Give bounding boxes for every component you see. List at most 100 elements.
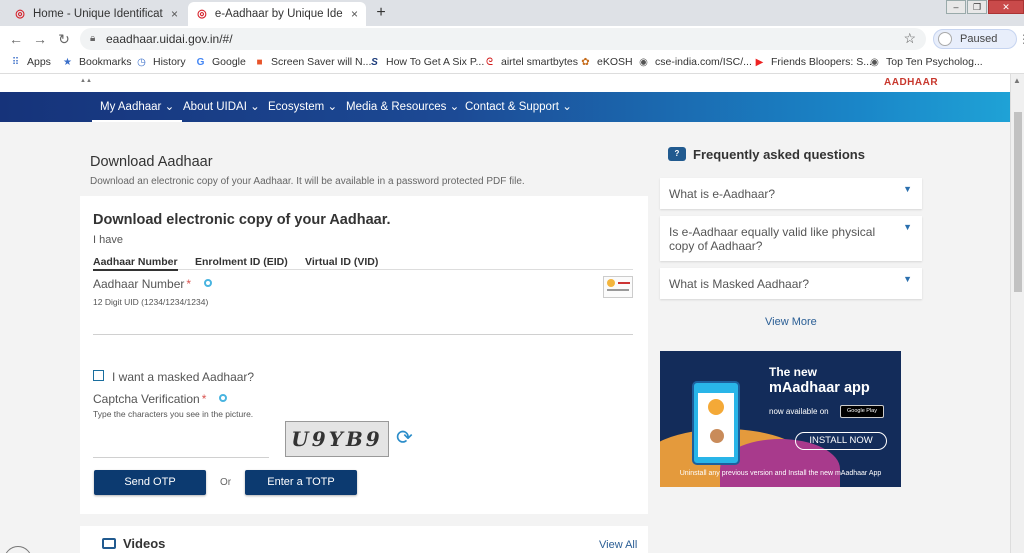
tab-title: e-Aadhaar by Unique Identificatio <box>214 8 343 20</box>
bookmark-airtel[interactable]: ᘓ airtel smartbytes <box>484 56 578 68</box>
youtube-icon: ▶ <box>755 56 764 68</box>
faq-chat-icon: ? <box>668 147 686 161</box>
nav-label: Contact & Support <box>465 101 559 113</box>
browser-tab-eaadhaar[interactable]: ◎ e-Aadhaar by Unique Identificatio × <box>188 2 366 26</box>
faq-item[interactable]: What is e-Aadhaar? ▼ <box>660 178 922 209</box>
promo-line2: mAadhaar app <box>769 380 870 396</box>
bookmark-history[interactable]: ◷ History <box>136 56 186 68</box>
bookmark-ekosh[interactable]: ✿ eKOSH <box>580 56 633 68</box>
accessibility-icon[interactable] <box>4 546 32 553</box>
profile-label: Paused <box>960 33 998 45</box>
nav-media-resources[interactable]: Media & Resources ⌄ <box>346 92 459 122</box>
chevron-down-icon: ⌄ <box>327 101 338 113</box>
form-heading: Download electronic copy of your Aadhaar… <box>93 212 391 228</box>
browser-toolbar: ← → ↻ 🔒︎ eaadhaar.uidai.gov.in/#/ ☆ Paus… <box>0 26 1024 52</box>
bookmark-label: Google <box>212 56 246 68</box>
aadhaar-number-hint: 12 Digit UID (1234/1234/1234) <box>93 297 209 307</box>
bookmark-friends[interactable]: ▶ Friends Bloopers: S... <box>754 56 872 68</box>
view-all-link[interactable]: View All <box>599 539 637 551</box>
bookmark-star-icon[interactable]: ☆ <box>903 30 916 47</box>
address-bar[interactable]: 🔒︎ eaadhaar.uidai.gov.in/#/ ☆ <box>80 28 926 50</box>
scroll-up-icon[interactable]: ▲ <box>1013 76 1021 85</box>
captcha-hint: Type the characters you see in the pictu… <box>93 409 254 419</box>
info-icon[interactable] <box>219 394 227 402</box>
close-window-button[interactable]: ✕ <box>988 0 1024 14</box>
nav-my-aadhaar[interactable]: My Aadhaar ⌄ <box>92 92 183 122</box>
tab-aadhaar-number[interactable]: Aadhaar Number <box>93 256 178 271</box>
required-marker: * <box>201 392 207 406</box>
bookmark-label: airtel smartbytes <box>501 56 579 68</box>
captcha-input[interactable] <box>93 457 269 458</box>
emblem-icon: ▲▲ <box>80 78 92 84</box>
field-label: Aadhaar Number <box>93 277 185 291</box>
nav-about-uidai[interactable]: About UIDAI ⌄ <box>183 92 260 122</box>
i-have-label: I have <box>93 234 123 246</box>
install-now-button[interactable]: INSTALL NOW <box>795 432 887 450</box>
forward-arrow-icon[interactable]: → <box>32 31 48 47</box>
bookmark-six-pack[interactable]: S How To Get A Six P... <box>369 56 484 68</box>
profile-button[interactable]: Paused <box>933 29 1017 49</box>
new-tab-button[interactable]: + <box>372 4 390 22</box>
bookmark-bookmarks[interactable]: ★ Bookmarks <box>62 56 132 68</box>
bookmark-label: Screen Saver will N... <box>271 56 372 68</box>
scrollbar-thumb[interactable] <box>1014 112 1022 292</box>
masked-aadhaar-checkbox[interactable] <box>93 370 104 381</box>
menu-kebab-icon[interactable]: ⋮ <box>1018 32 1024 46</box>
id-type-tabs: Aadhaar Number Enrolment ID (EID) Virtua… <box>93 256 633 271</box>
field-label: Captcha Verification <box>93 392 200 406</box>
tab-close-icon[interactable]: × <box>171 7 178 21</box>
reload-icon[interactable]: ↻ <box>56 31 72 48</box>
bookmark-label: cse-india.com/ISC/... <box>655 56 752 68</box>
captcha-image: U9YB9 <box>285 421 389 457</box>
minimize-button[interactable]: – <box>946 0 966 14</box>
url-text: eaadhaar.uidai.gov.in/#/ <box>106 32 233 46</box>
faq-question: What is Masked Aadhaar? <box>669 277 810 291</box>
nav-label: Media & Resources <box>346 101 447 113</box>
browser-tab-home[interactable]: ◎ Home - Unique Identification Au × <box>6 2 188 26</box>
bookmark-label: Bookmarks <box>79 56 132 68</box>
web-page: ▲▲ AADHAAR My Aadhaar ⌄ About UIDAI ⌄ Ec… <box>0 74 1010 553</box>
info-icon[interactable] <box>204 279 212 287</box>
view-more-link[interactable]: View More <box>765 316 817 328</box>
tab-enrolment-id[interactable]: Enrolment ID (EID) <box>195 256 288 269</box>
globe-icon: ◉ <box>639 56 648 68</box>
tab-title: Home - Unique Identification Au <box>33 8 163 20</box>
faq-item[interactable]: Is e-Aadhaar equally valid like physical… <box>660 216 922 261</box>
s-icon: S <box>371 56 378 68</box>
faq-title: Frequently asked questions <box>693 147 865 162</box>
page-title: Download Aadhaar <box>90 154 213 170</box>
ekosh-icon: ✿ <box>581 56 590 68</box>
tab-virtual-id[interactable]: Virtual ID (VID) <box>305 256 378 269</box>
nav-label: My Aadhaar <box>100 101 162 113</box>
faq-item[interactable]: What is Masked Aadhaar? ▼ <box>660 268 922 299</box>
enter-totp-button[interactable]: Enter a TOTP <box>245 470 357 495</box>
faq-question: Is e-Aadhaar equally valid like physical… <box>669 225 876 253</box>
nav-ecosystem[interactable]: Ecosystem ⌄ <box>268 92 337 122</box>
bookmark-label: Friends Bloopers: S... <box>771 56 872 68</box>
aadhaar-favicon-icon: ◎ <box>197 8 207 20</box>
bookmark-apps[interactable]: ⠿ Apps <box>10 56 51 68</box>
bookmark-label: Top Ten Psycholog... <box>886 56 983 68</box>
refresh-captcha-icon[interactable]: ⟳ <box>396 426 413 450</box>
maadhaar-promo-banner[interactable]: The new mAadhaar app now available on Go… <box>660 351 901 487</box>
bookmark-google[interactable]: G Google <box>195 56 246 68</box>
send-otp-button[interactable]: Send OTP <box>94 470 206 495</box>
nav-label: About UIDAI <box>183 101 247 113</box>
google-play-badge[interactable]: Google Play <box>840 405 884 418</box>
back-arrow-icon[interactable]: ← <box>8 31 24 47</box>
nav-contact-support[interactable]: Contact & Support ⌄ <box>465 92 572 122</box>
aadhaar-number-input[interactable] <box>93 334 633 335</box>
bookmark-label: Apps <box>27 56 51 68</box>
bookmarks-bar: ⠿ Apps ★ Bookmarks ◷ History G Google ■ Scree… <box>0 52 1024 74</box>
bookmark-label: eKOSH <box>597 56 633 68</box>
bookmark-cse-india[interactable]: ◉ cse-india.com/ISC/... <box>638 56 752 68</box>
tab-close-icon[interactable]: × <box>351 7 358 21</box>
windows-icon: ■ <box>256 56 263 68</box>
bookmark-psychology[interactable]: ◉ Top Ten Psycholog... <box>869 56 983 68</box>
page-scrollbar[interactable]: ▲ <box>1010 74 1024 553</box>
chevron-down-icon: ⌄ <box>449 101 460 113</box>
bookmark-screen-saver[interactable]: ■ Screen Saver will N... <box>254 56 371 68</box>
bookmark-label: History <box>153 56 186 68</box>
faq-question: What is e-Aadhaar? <box>669 187 776 201</box>
restore-button[interactable]: ❐ <box>967 0 987 14</box>
